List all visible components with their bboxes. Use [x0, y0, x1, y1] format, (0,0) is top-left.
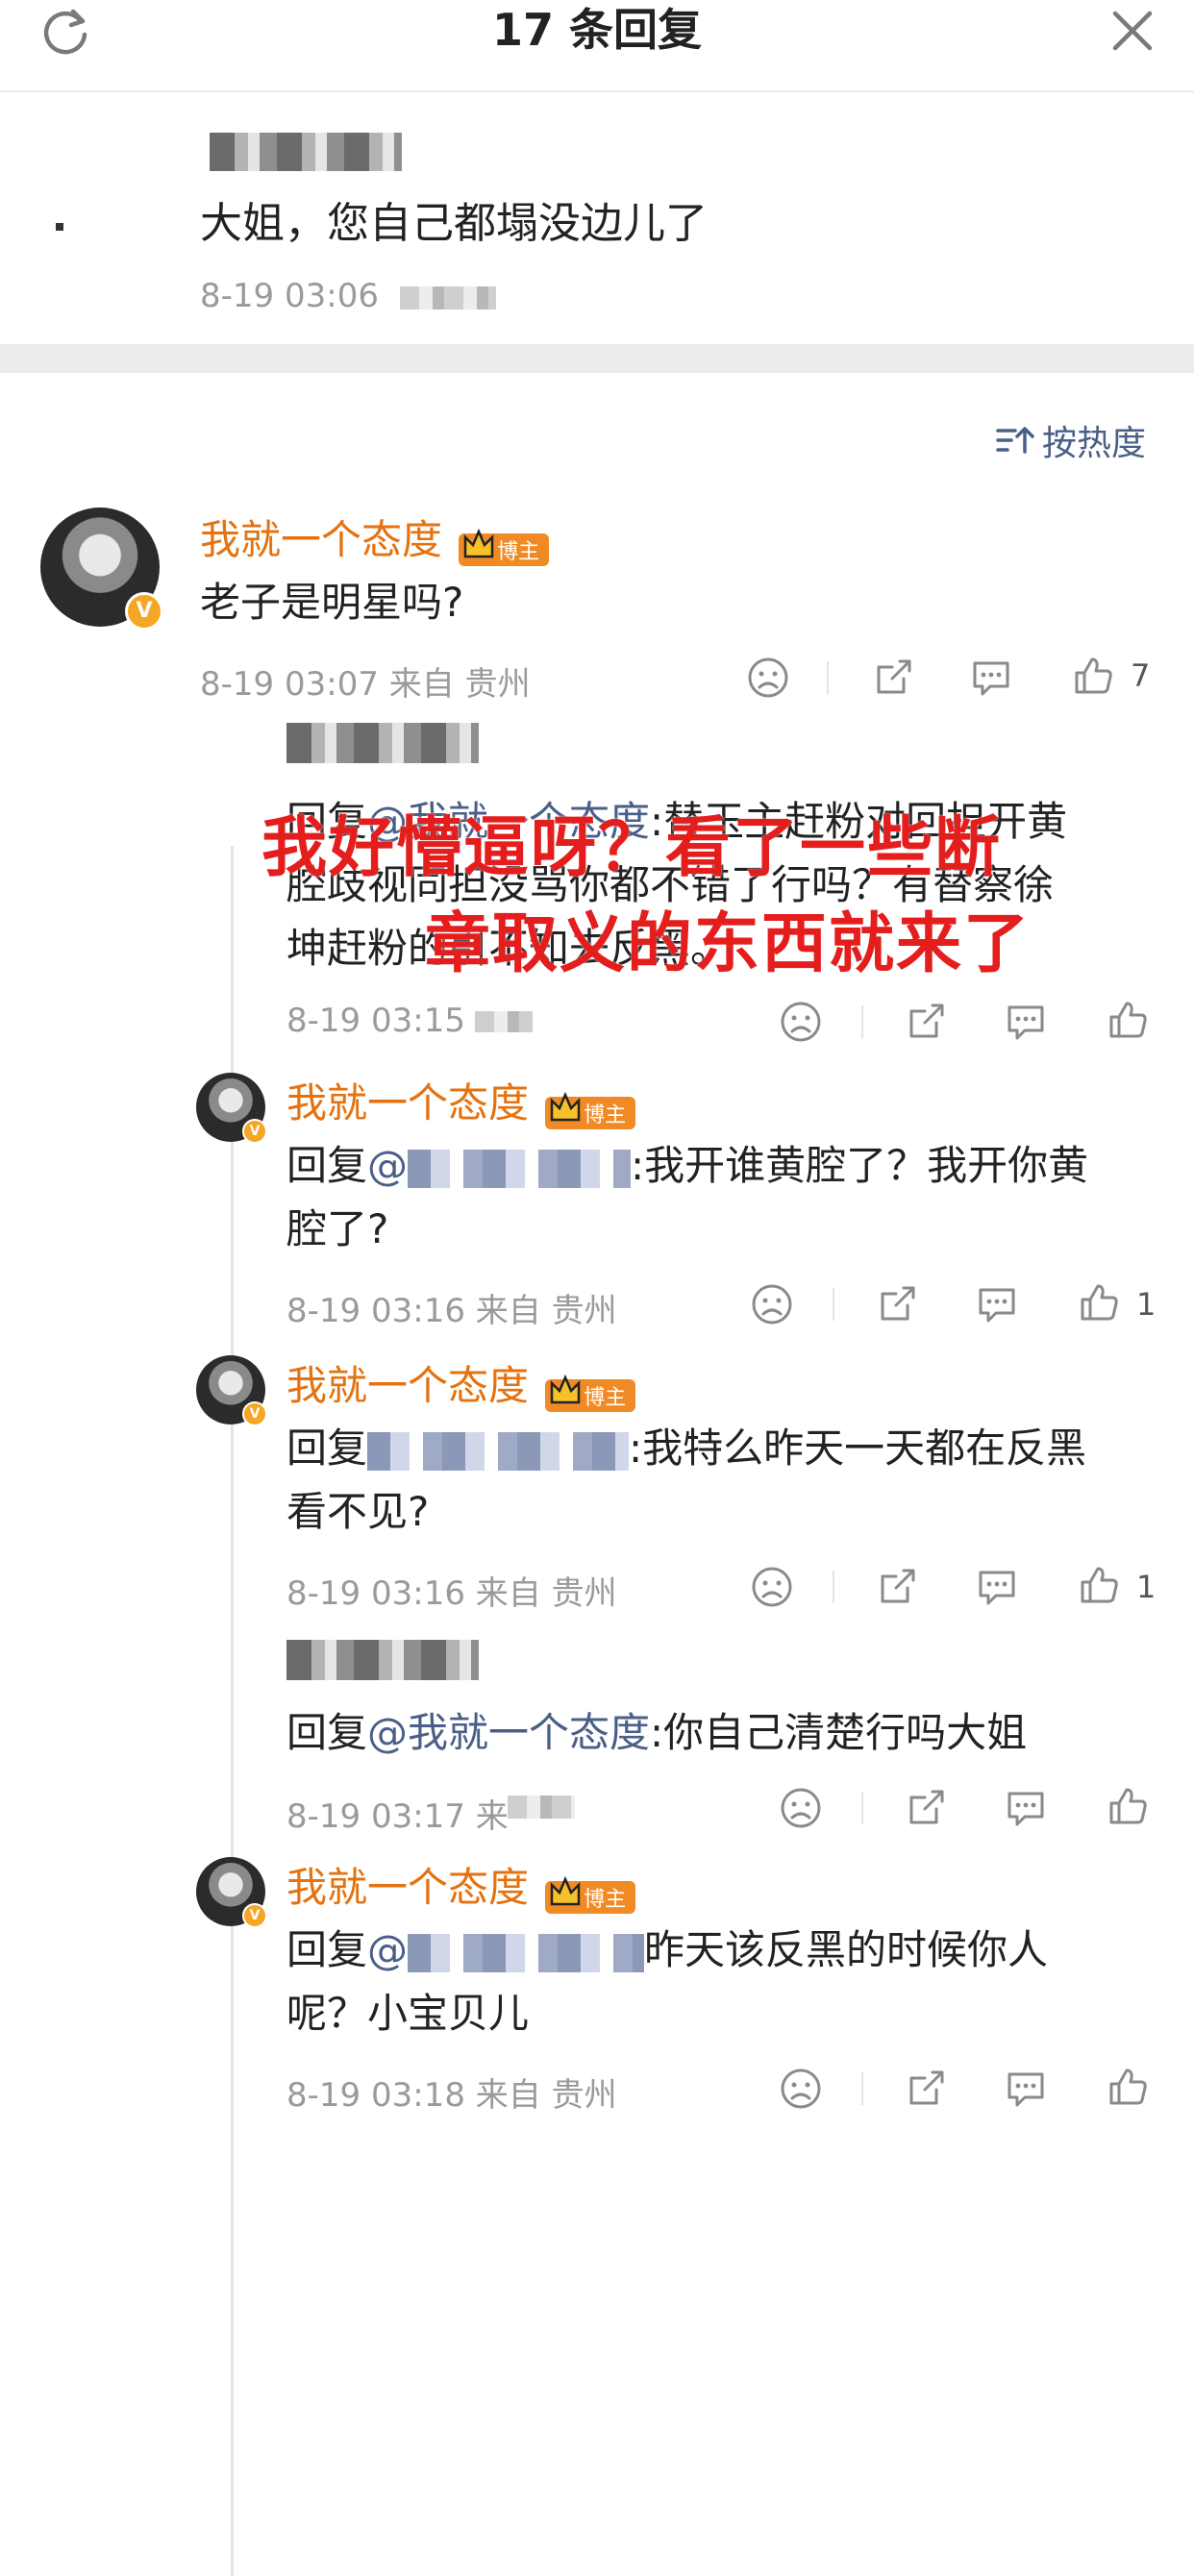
blogger-badge: 博主 [545, 1875, 636, 1914]
page-title: 17 条回复 [491, 4, 703, 56]
blogger-badge: 博主 [545, 1091, 636, 1129]
comment-icon[interactable] [1004, 1786, 1048, 1830]
reply-text-line: 回复@我就一个态度:你自己清楚行吗大姐 [286, 1709, 1028, 1756]
separator [861, 1005, 863, 1038]
comment-meta: 8-19 03:16 来自 贵州 [286, 1574, 617, 1613]
comment-header: 我就一个态度 博主 [286, 1855, 636, 1914]
like-count: 7 [1131, 657, 1151, 694]
overlay-annotation-line-1: 我好懵逼呀？看了一些断 [261, 810, 1003, 886]
separator [833, 1571, 834, 1603]
crown-icon [550, 1374, 581, 1403]
blogger-badge: 博主 [545, 1374, 636, 1412]
crown-icon [550, 1875, 581, 1905]
comment-text: 老子是明星吗? [200, 579, 464, 626]
reply-text-line: 腔了? [286, 1205, 389, 1252]
separator [861, 2072, 863, 2105]
overlay-annotation-line-2: 章取义的东西就来了 [425, 906, 1032, 982]
separator [827, 661, 829, 694]
dislike-icon[interactable] [746, 656, 790, 700]
top-bar: 17 条回复 [0, 0, 1194, 92]
sort-label: 按热度 [1042, 424, 1147, 463]
separator [861, 1792, 863, 1824]
comment-meta: 8-19 03:17 来 [286, 1797, 509, 1836]
dislike-icon[interactable] [779, 2067, 823, 2111]
reply-text-line: 回复@:我开谁黄腔了？我开你黄 [286, 1142, 1089, 1189]
blurred-location [508, 1796, 575, 1819]
like-icon[interactable] [1077, 1280, 1121, 1325]
comment-header: 我就一个态度 博主 [286, 1353, 636, 1412]
comment-meta: 8-19 03:07 来自 贵州 [200, 665, 531, 704]
username[interactable]: 我就一个态度 [286, 1864, 529, 1911]
username[interactable]: 我就一个态度 [286, 1079, 529, 1127]
share-icon[interactable] [904, 1786, 948, 1830]
mention-link[interactable]: @我就一个态度 [367, 1709, 650, 1756]
blurred-mention [408, 1149, 632, 1188]
like-icon[interactable] [1071, 654, 1115, 698]
sort-button[interactable]: 按热度 [996, 415, 1146, 465]
comment-icon[interactable] [1004, 1000, 1048, 1044]
share-icon[interactable] [871, 656, 915, 700]
reply-text-line: 回复@ 昨天该反黑的时候你人 [286, 1926, 1049, 1973]
verified-icon: V [242, 1903, 267, 1928]
verified-icon: V [242, 1119, 267, 1144]
like-count: 1 [1136, 1569, 1157, 1605]
dislike-icon[interactable] [779, 1786, 823, 1830]
dislike-icon[interactable] [779, 1000, 823, 1044]
verified-icon: V [125, 592, 163, 631]
original-comment-text: 大姐，您自己都塌没边儿了 [200, 199, 708, 248]
close-icon[interactable] [1106, 4, 1159, 58]
comment-header: 我就一个态度 博主 [286, 1071, 636, 1129]
share-icon[interactable] [875, 1282, 919, 1326]
crown-icon [550, 1091, 581, 1121]
blurred-username [286, 723, 479, 763]
like-icon[interactable] [1106, 998, 1150, 1042]
comment-meta: 8-19 03:16 来自 贵州 [286, 1292, 617, 1330]
comment-icon[interactable] [969, 656, 1013, 700]
like-icon[interactable] [1077, 1563, 1121, 1607]
separator [833, 1288, 834, 1321]
reply-text-line: 回复:我特么昨天一天都在反黑 [286, 1424, 1087, 1472]
sort-icon [996, 427, 1034, 454]
username[interactable]: 我就一个态度 [286, 1362, 529, 1409]
comment-header: 我就一个态度 博主 [200, 508, 550, 566]
comment-icon[interactable] [975, 1282, 1019, 1326]
mention-link[interactable]: @ [367, 1142, 408, 1189]
like-icon[interactable] [1106, 1784, 1150, 1828]
comment-icon[interactable] [975, 1565, 1019, 1609]
share-icon[interactable] [875, 1565, 919, 1609]
share-icon[interactable] [904, 2067, 948, 2111]
comment-meta: 8-19 03:15 [286, 1002, 465, 1040]
reply-text-line: 呢？小宝贝儿 [286, 1990, 530, 2037]
blurred-location [400, 286, 496, 310]
share-icon[interactable] [904, 1000, 948, 1044]
username[interactable]: 我就一个态度 [200, 516, 442, 563]
comment-icon[interactable] [1004, 2067, 1048, 2111]
blurred-location [475, 1011, 533, 1032]
blurred-mention [408, 1933, 645, 1972]
blogger-badge: 博主 [459, 528, 550, 566]
avatar-fragment [56, 223, 63, 231]
mention-link[interactable]: @ [367, 1926, 408, 1973]
dislike-icon[interactable] [750, 1282, 794, 1326]
dislike-icon[interactable] [750, 1565, 794, 1609]
like-icon[interactable] [1106, 2065, 1150, 2109]
reply-text-line: 看不见? [286, 1488, 430, 1535]
like-count: 1 [1136, 1286, 1157, 1323]
original-comment-time: 8-19 03:06 [200, 277, 379, 315]
crown-icon [463, 528, 494, 557]
section-divider [0, 344, 1194, 373]
blurred-username [210, 133, 402, 171]
blurred-username [286, 1640, 479, 1680]
blurred-mention [367, 1431, 630, 1471]
verified-icon: V [242, 1401, 267, 1426]
